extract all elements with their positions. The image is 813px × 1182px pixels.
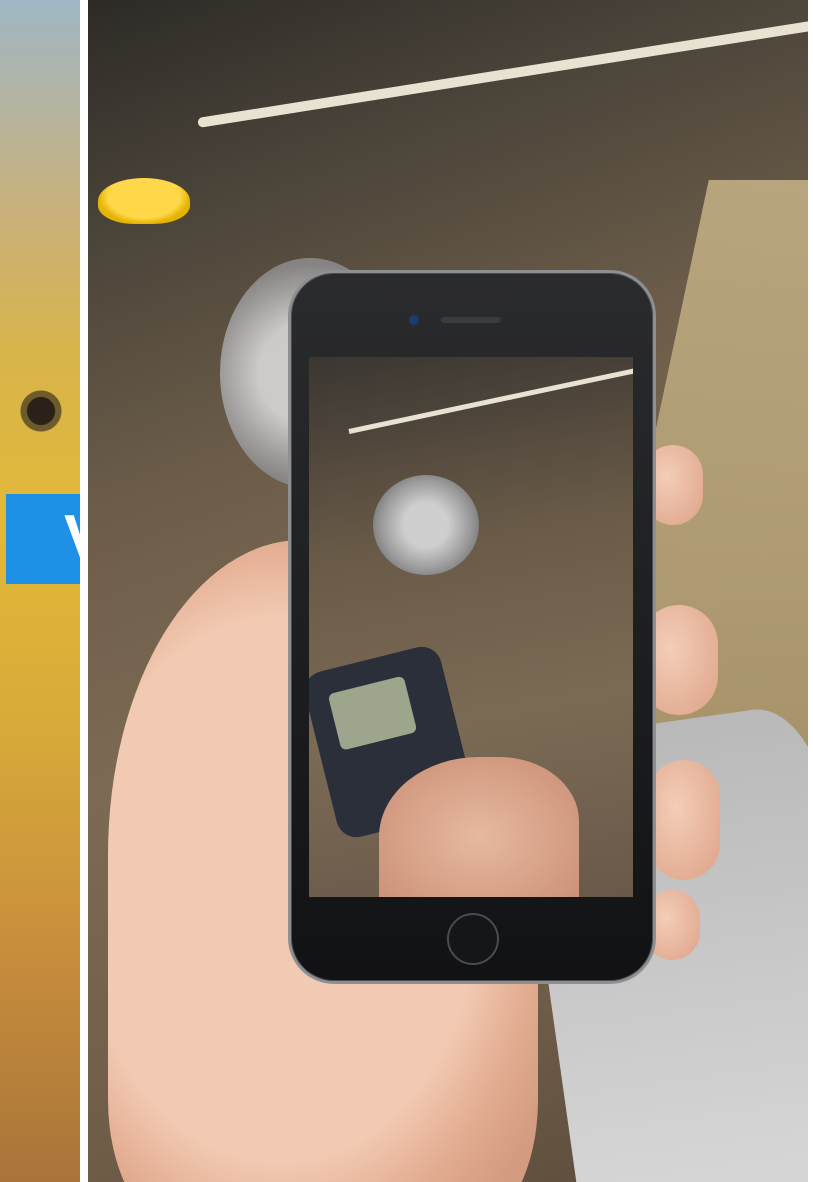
yellow-feeder bbox=[98, 178, 190, 224]
screen-water-pipe bbox=[348, 366, 633, 434]
banner-text: V bbox=[64, 498, 80, 578]
phone-screen bbox=[309, 357, 633, 897]
meter-display bbox=[327, 675, 418, 751]
front-camera bbox=[409, 315, 419, 325]
home-button bbox=[447, 913, 499, 965]
blue-banner: V bbox=[6, 494, 80, 584]
panel-divider bbox=[80, 0, 88, 1182]
smartphone bbox=[288, 270, 656, 984]
chick-photo-panel bbox=[0, 0, 80, 1182]
finger-ring bbox=[648, 760, 720, 880]
screen-anemometer-fan bbox=[373, 475, 479, 575]
barn-photo bbox=[88, 0, 808, 1182]
earpiece bbox=[441, 317, 501, 323]
chick-eye bbox=[14, 388, 74, 434]
water-pipe bbox=[197, 17, 808, 128]
